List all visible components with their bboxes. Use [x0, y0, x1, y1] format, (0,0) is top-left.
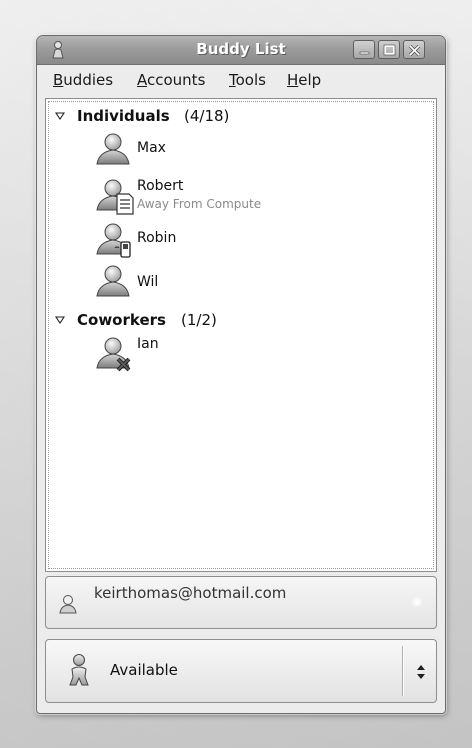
group-coworkers[interactable]: Coworkers (1/2)	[49, 310, 429, 332]
group-count: (4/18)	[184, 107, 230, 125]
person-blocked-icon	[93, 334, 137, 374]
buddy-list-window: Buddy List Buddies Accounts Tools Help I…	[36, 35, 446, 714]
menu-tools[interactable]: Tools	[229, 71, 266, 89]
expander-down-icon[interactable]	[55, 315, 65, 325]
menu-buddies[interactable]: Buddies	[53, 71, 113, 89]
buddy-status-message: Away From Compute	[137, 197, 262, 211]
buddy-list[interactable]: Individuals (4/18) Max Robert Away From …	[45, 98, 437, 572]
person-icon	[93, 262, 137, 302]
dropdown-arrows-icon[interactable]	[414, 662, 428, 682]
status-label: Available	[110, 661, 178, 679]
buddy-name: Ian	[137, 336, 159, 352]
minimize-icon	[359, 51, 370, 55]
maximize-button[interactable]	[378, 40, 400, 59]
group-individuals[interactable]: Individuals (4/18)	[49, 106, 429, 128]
buddy-row[interactable]: Max	[93, 130, 423, 170]
person-mobile-icon	[93, 220, 137, 260]
menu-help[interactable]: Help	[287, 71, 321, 89]
buddy-row[interactable]: Wil	[93, 262, 423, 302]
group-name: Coworkers	[77, 311, 166, 329]
buddy-name: Robert	[137, 178, 184, 194]
title-bar[interactable]: Buddy List	[37, 36, 445, 65]
group-name: Individuals	[77, 107, 170, 125]
menu-bar: Buddies Accounts Tools Help	[37, 65, 445, 95]
account-status-box[interactable]: keirthomas@hotmail.com	[45, 576, 437, 629]
buddy-row[interactable]: Robin	[93, 220, 423, 260]
account-email: keirthomas@hotmail.com	[94, 584, 287, 602]
status-glow	[412, 597, 422, 607]
maximize-icon	[383, 44, 396, 56]
status-selector[interactable]: Available	[45, 639, 437, 703]
person-icon	[93, 130, 137, 170]
buddy-name: Wil	[137, 274, 159, 290]
group-count: (1/2)	[181, 311, 217, 329]
buddy-row[interactable]: Robert Away From Compute	[93, 176, 423, 216]
account-person-icon	[58, 593, 78, 615]
buddy-name: Robin	[137, 230, 177, 246]
buddy-row[interactable]: Ian	[93, 334, 423, 374]
expander-down-icon[interactable]	[55, 111, 65, 121]
menu-accounts[interactable]: Accounts	[137, 71, 205, 89]
minimize-button[interactable]	[353, 40, 375, 59]
close-button[interactable]	[403, 40, 425, 59]
person-away-icon	[93, 176, 137, 216]
buddy-list-focus: Individuals (4/18) Max Robert Away From …	[48, 101, 434, 569]
available-person-icon	[66, 653, 94, 687]
separator	[402, 646, 404, 696]
close-icon	[408, 44, 421, 57]
buddy-name: Max	[137, 140, 166, 156]
